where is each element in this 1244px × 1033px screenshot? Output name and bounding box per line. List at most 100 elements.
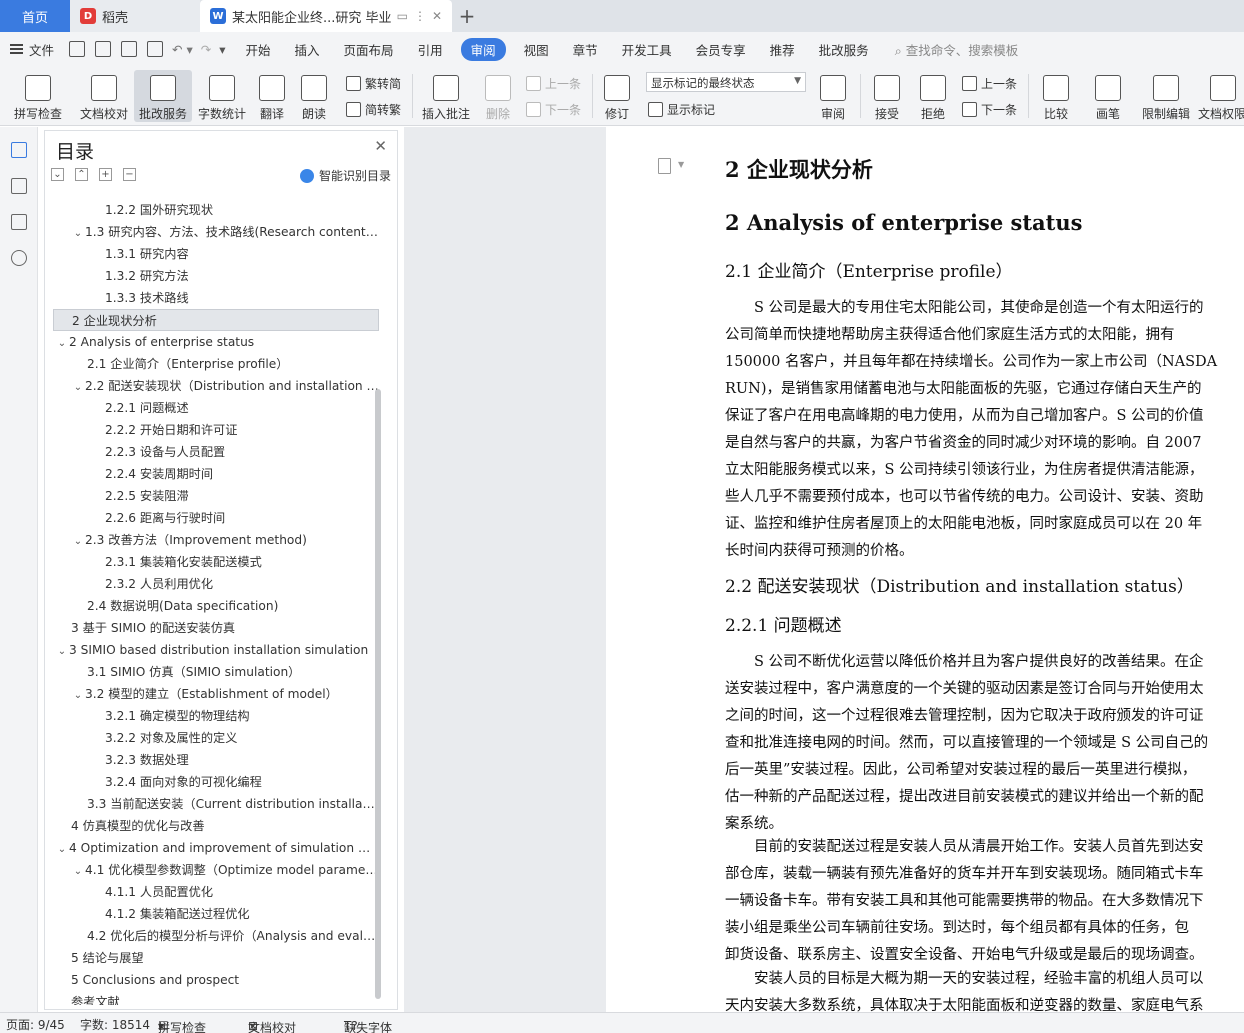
track-changes-button[interactable]: 修订 [598, 70, 636, 122]
delete-comment-button[interactable]: 删除 [478, 70, 518, 122]
chevron-down-icon[interactable]: ⌄ [71, 861, 85, 881]
accept-button[interactable]: 接受 [868, 70, 906, 122]
toc-item[interactable]: 参考文献 [53, 991, 379, 1005]
toc-item[interactable]: 1.3.3 技术路线 [53, 287, 379, 309]
file-menu[interactable]: 文件 [0, 40, 64, 59]
menu-insert[interactable]: 插入 [283, 40, 332, 59]
proofread-button[interactable]: 文档校对 [74, 70, 134, 122]
chevron-down-icon[interactable]: ▼ [678, 160, 684, 169]
toc-item[interactable]: 5 结论与展望 [53, 947, 379, 969]
toc-item[interactable]: 1.3.1 研究内容 [53, 243, 379, 265]
collapse-all-icon[interactable]: ⌃ [75, 168, 88, 181]
chevron-down-icon[interactable]: ⌄ [55, 839, 69, 859]
compare-button[interactable]: 比较 [1036, 70, 1076, 122]
toc-item[interactable]: ⌄ 2.2 配送安装现状（Distribution and installatio… [53, 375, 379, 397]
review-service-button[interactable]: 批改服务 [134, 70, 192, 122]
next-comment-button[interactable]: 下一条 [526, 98, 581, 120]
prev-comment-button[interactable]: 上一条 [526, 72, 581, 94]
menu-layout[interactable]: 页面布局 [332, 40, 406, 59]
prev-change-button[interactable]: 上一条 [962, 72, 1017, 94]
pen-button[interactable]: 画笔 [1090, 70, 1126, 122]
chevron-down-icon[interactable]: ⌄ [71, 531, 85, 551]
toc-item[interactable]: 2.2.4 安装周期时间 [53, 463, 379, 485]
toc-item[interactable]: 4.1.2 集装箱配送过程优化 [53, 903, 379, 925]
undo-icon[interactable]: ↶ ▾ [172, 42, 193, 57]
page-options-icon[interactable] [658, 158, 671, 174]
menu-chapter[interactable]: 章节 [561, 40, 610, 59]
toc-item[interactable]: 2.2.1 问题概述 [53, 397, 379, 419]
more-chevron-icon[interactable]: ▾ [219, 42, 225, 57]
toc-item[interactable]: 2.1 企业简介（Enterprise profile） [53, 353, 379, 375]
menu-reference[interactable]: 引用 [406, 40, 455, 59]
show-markup-button[interactable]: 显示标记 [648, 98, 715, 120]
word-count-status[interactable]: 字数: 18514 [80, 1016, 150, 1033]
trad-to-simp-button[interactable]: 繁转简 [346, 72, 401, 94]
chevron-down-icon[interactable]: ⌄ [71, 223, 85, 243]
toc-item[interactable]: ⌄1.3 研究内容、方法、技术路线(Research content, meth… [53, 221, 379, 243]
simp-to-trad-button[interactable]: 简转繁 [346, 98, 401, 120]
markup-state-select[interactable]: 显示标记的最终状态 ▼ [646, 72, 806, 92]
chevron-down-icon[interactable]: ⌄ [55, 333, 69, 353]
next-change-button[interactable]: 下一条 [962, 98, 1017, 120]
smart-toc-button[interactable]: 智能识别目录 [299, 167, 391, 184]
toc-item[interactable]: ⌄ 3 SIMIO based distribution installation… [53, 639, 379, 661]
menu-member[interactable]: 会员专享 [684, 40, 758, 59]
search-icon[interactable] [11, 250, 27, 266]
menu-start[interactable]: 开始 [234, 40, 283, 59]
menu-correction[interactable]: 批改服务 [807, 40, 881, 59]
redo-icon[interactable]: ↷ [201, 42, 211, 57]
print-preview-icon[interactable] [147, 41, 164, 57]
toc-item[interactable]: 3.2.4 面向对象的可视化编程 [53, 771, 379, 793]
read-aloud-button[interactable]: 朗读 [296, 70, 332, 122]
insert-comment-button[interactable]: 插入批注 [420, 70, 472, 122]
toc-item[interactable]: 4 仿真模型的优化与改善 [53, 815, 379, 837]
toc-item[interactable]: 1.3.2 研究方法 [53, 265, 379, 287]
restrict-editing-button[interactable]: 限制编辑 [1138, 70, 1194, 122]
toc-item[interactable]: 2.4 数据说明(Data specification) [53, 595, 379, 617]
new-tab-icon[interactable]: + [452, 0, 482, 32]
menu-view[interactable]: 视图 [512, 40, 561, 59]
toc-item[interactable]: ⌄ 2 Analysis of enterprise status [53, 331, 379, 353]
toc-item[interactable]: 2.3.2 人员利用优化 [53, 573, 379, 595]
toc-item[interactable]: 2.2.5 安装阻滞 [53, 485, 379, 507]
menu-developer[interactable]: 开发工具 [610, 40, 684, 59]
chevron-down-icon[interactable]: ⌄ [55, 641, 69, 661]
tab-more-icon[interactable]: ⋮ [414, 9, 426, 23]
toc-item[interactable]: 2.2.6 距离与行驶时间 [53, 507, 379, 529]
command-search[interactable]: ⌕ 查找命令、搜索模板 [895, 40, 1019, 59]
toc-nav-icon[interactable] [11, 142, 27, 158]
toc-item[interactable]: 5 Conclusions and prospect [53, 969, 379, 991]
toc-item[interactable]: 2 企业现状分析 [53, 309, 379, 331]
toc-scrollbar[interactable] [375, 389, 381, 999]
tab-home[interactable]: 首页 [0, 0, 70, 32]
bookmark-icon[interactable] [11, 214, 27, 230]
chapter-nav-icon[interactable] [11, 178, 27, 194]
toc-item[interactable]: 3.2.3 数据处理 [53, 749, 379, 771]
page-indicator[interactable]: 页面: 9/45 [6, 1016, 65, 1033]
toc-item[interactable]: 3.1 SIMIO 仿真（SIMIO simulation） [53, 661, 379, 683]
close-tab-icon[interactable]: ✕ [432, 9, 442, 23]
toc-item[interactable]: 4.1.1 人员配置优化 [53, 881, 379, 903]
tab-daoke[interactable]: D 稻壳 [70, 0, 200, 32]
expand-all-icon[interactable]: ⌄ [51, 168, 64, 181]
toc-item[interactable]: 2.2.3 设备与人员配置 [53, 441, 379, 463]
remove-heading-icon[interactable]: − [123, 168, 136, 181]
spell-check-button[interactable]: 拼写检查 [8, 70, 68, 122]
doc-rights-button[interactable]: 文档权限 [1198, 70, 1244, 122]
export-pdf-icon[interactable] [95, 41, 112, 57]
word-count-button[interactable]: 字数统计 [196, 70, 248, 122]
close-icon[interactable]: ✕ [374, 137, 387, 155]
tab-document[interactable]: W 某太阳能企业终...研究 毕业论文 ▭ ⋮ ✕ [200, 0, 452, 32]
menu-review[interactable]: 审阅 [460, 37, 506, 61]
print-icon[interactable] [121, 41, 138, 57]
toc-item[interactable]: 2.3.1 集装箱化安装配送模式 [53, 551, 379, 573]
toc-item[interactable]: 1.2.2 国外研究现状 [53, 199, 379, 221]
chevron-down-icon[interactable]: ⌄ [71, 377, 85, 397]
translate-button[interactable]: 翻译 [252, 70, 292, 122]
chevron-down-icon[interactable]: ⌄ [71, 685, 85, 705]
toc-item[interactable]: 4.2 优化后的模型分析与评价（Analysis and evaluation … [53, 925, 379, 947]
toc-item[interactable]: ⌄4.1 优化模型参数调整（Optimize model parameter a… [53, 859, 379, 881]
toc-item[interactable]: 2.2.2 开始日期和许可证 [53, 419, 379, 441]
toc-item[interactable]: ⌄ 3.2 模型的建立（Establishment of model） [53, 683, 379, 705]
toc-item[interactable]: 3.2.2 对象及属性的定义 [53, 727, 379, 749]
